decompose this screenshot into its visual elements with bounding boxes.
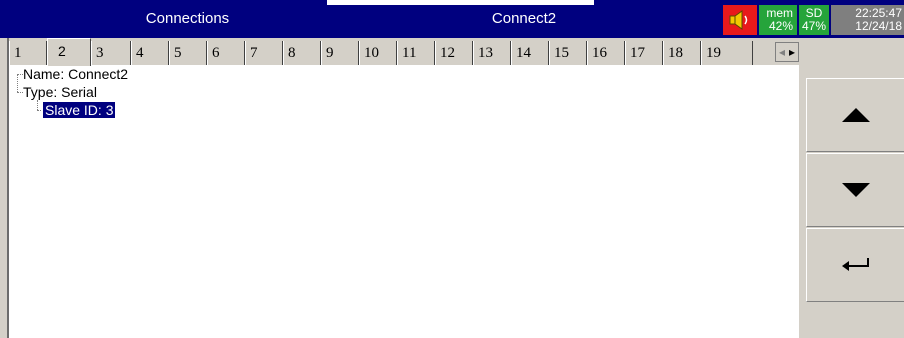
connection-name-title: Connect2 (491, 10, 557, 27)
tab-10[interactable]: 10 (359, 41, 397, 65)
connection-tabs: 1 2 3 4 5 6 7 8 9 10 11 12 13 14 15 16 1… (9, 38, 799, 66)
tab-12[interactable]: 12 (435, 41, 473, 65)
enter-button[interactable] (806, 228, 904, 302)
tab-19[interactable]: 19 (701, 41, 753, 65)
scroll-down-button[interactable] (806, 153, 904, 227)
tab-scroll-control: ◂ ▸ (775, 42, 799, 62)
clock: 22:25:47 12/24/18 (831, 5, 904, 35)
sd-card-status: SD 47% (799, 5, 829, 35)
enter-icon (842, 258, 869, 271)
arrow-down-icon (842, 183, 870, 197)
selected-item-label: Slave ID: 3 (41, 101, 117, 119)
connection-panel: 1 2 3 4 5 6 7 8 9 10 11 12 13 14 15 16 1… (7, 38, 799, 338)
tab-7[interactable]: 7 (245, 41, 283, 65)
tree-item-type[interactable]: Type: Serial (23, 84, 97, 101)
memory-value: 42% (768, 19, 793, 33)
tree-connector (17, 74, 18, 92)
tab-16[interactable]: 16 (587, 41, 625, 65)
arrow-up-icon (842, 108, 870, 122)
memory-status: mem 42% (759, 5, 797, 35)
tab-scroll-right-icon[interactable]: ▸ (789, 45, 795, 59)
tab-8[interactable]: 8 (283, 41, 321, 65)
scroll-up-button[interactable] (806, 78, 904, 152)
tab-18[interactable]: 18 (663, 41, 701, 65)
tab-4[interactable]: 4 (131, 41, 169, 65)
tab-3[interactable]: 3 (91, 41, 131, 65)
tree-item-slave-id[interactable]: Slave ID: 3 (41, 101, 117, 119)
tab-scroll-left-icon[interactable]: ◂ (779, 45, 785, 59)
screen-title: Connections (145, 10, 230, 27)
tab-14[interactable]: 14 (511, 41, 549, 65)
title-bar: Connections Connect2 mem 42% SD 47% 22:2… (0, 0, 904, 38)
clock-date: 12/24/18 (855, 19, 902, 33)
tab-6[interactable]: 6 (207, 41, 245, 65)
tab-5[interactable]: 5 (169, 41, 207, 65)
tab-2[interactable]: 2 (47, 38, 91, 66)
sd-value: 47% (801, 19, 827, 33)
tree-item-name[interactable]: Name: Connect2 (23, 66, 128, 83)
tab-15[interactable]: 15 (549, 41, 587, 65)
tree-connector (37, 100, 38, 110)
tab-17[interactable]: 17 (625, 41, 663, 65)
tab-11[interactable]: 11 (397, 41, 435, 65)
alarm-speaker-button[interactable] (723, 5, 757, 35)
tab-9[interactable]: 9 (321, 41, 359, 65)
tab-1[interactable]: 1 (9, 41, 47, 65)
speaker-icon (729, 10, 748, 30)
tab-13[interactable]: 13 (473, 41, 511, 65)
